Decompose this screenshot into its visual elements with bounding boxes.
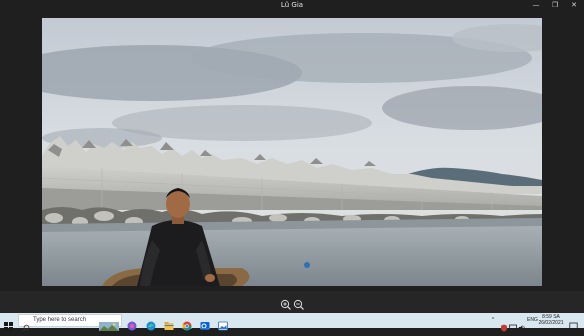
search-placeholder: Type here to search — [33, 317, 87, 323]
minimize-button[interactable]: — — [527, 0, 545, 11]
network-icon[interactable] — [509, 317, 517, 332]
clock-date: 26/02/2021 — [538, 320, 564, 326]
taskbar: Type here to search ^ ENG 8:59 SA 26/02/… — [0, 313, 584, 332]
chrome-icon[interactable] — [182, 316, 192, 331]
close-button[interactable]: ✕ — [565, 0, 583, 11]
window-title: Lũ Gia — [280, 1, 304, 9]
windows-start-icon[interactable] — [4, 316, 13, 331]
search-highlight-image — [99, 316, 119, 331]
file-explorer-icon[interactable] — [164, 316, 174, 330]
edge-icon[interactable] — [146, 316, 156, 331]
outlook-icon[interactable] — [200, 316, 210, 330]
clock[interactable]: 8:59 SA 26/02/2021 — [536, 314, 566, 327]
maximize-button[interactable]: ❐ — [546, 0, 564, 11]
volume-icon[interactable] — [518, 317, 526, 331]
zoom-out-icon[interactable] — [293, 296, 305, 310]
zoom-in-icon[interactable] — [280, 296, 292, 310]
photos-icon[interactable] — [218, 316, 228, 331]
zoom-bar — [0, 291, 584, 313]
tray-chevron[interactable]: ^ — [492, 313, 494, 328]
copilot-icon[interactable] — [127, 316, 137, 331]
security-icon[interactable] — [500, 317, 508, 332]
search-box[interactable]: Type here to search — [18, 314, 122, 332]
photo[interactable] — [42, 18, 542, 286]
notification-icon[interactable] — [569, 316, 578, 331]
title-bar: Lũ Gia — ❐ ✕ — [0, 0, 584, 11]
photo-viewport — [0, 11, 584, 291]
search-icon — [22, 317, 30, 332]
